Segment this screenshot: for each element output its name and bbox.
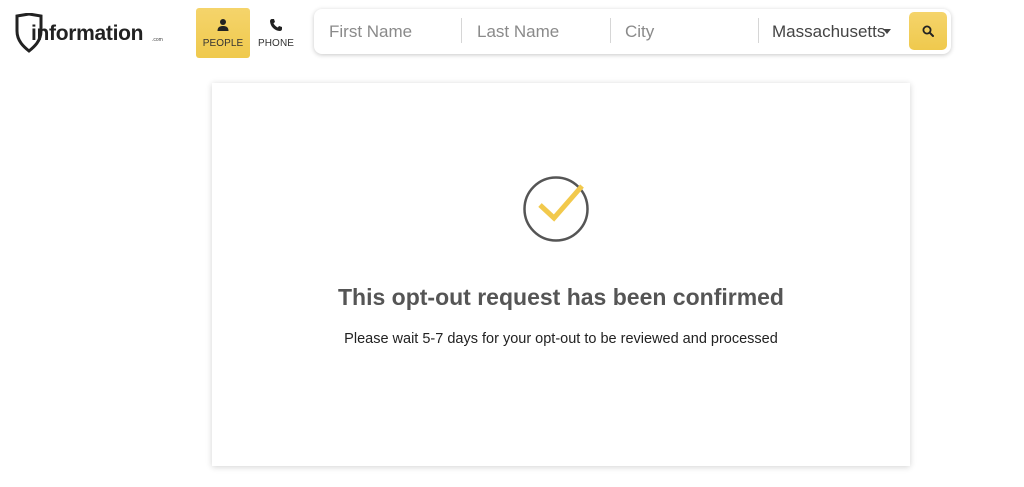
- check-circle-icon: [523, 176, 589, 242]
- search-button[interactable]: [909, 12, 947, 50]
- phone-label: PHONE: [257, 37, 295, 49]
- first-name-input[interactable]: First Name: [329, 9, 459, 54]
- people-search-tab[interactable]: PEOPLE: [196, 8, 250, 58]
- city-input[interactable]: City: [625, 9, 755, 54]
- search-bar: First Name Last Name City Massachusetts: [314, 9, 951, 54]
- confirmation-card: This opt-out request has been confirmed …: [212, 83, 910, 466]
- field-divider: [610, 18, 611, 43]
- logo-tld: .com: [152, 37, 163, 43]
- logo-text: information: [31, 22, 144, 45]
- confirmation-title: This opt-out request has been confirmed: [338, 284, 784, 310]
- search-icon: [922, 25, 934, 37]
- last-name-input[interactable]: Last Name: [477, 9, 607, 54]
- phone-icon: [270, 18, 282, 31]
- people-label: PEOPLE: [202, 37, 244, 49]
- confirmation-message: Please wait 5-7 days for your opt-out to…: [344, 331, 778, 347]
- field-divider: [461, 18, 462, 43]
- person-icon: [217, 18, 229, 31]
- field-divider: [758, 18, 759, 43]
- site-logo[interactable]: information .com: [14, 13, 164, 53]
- state-select-value: Massachusetts: [772, 21, 886, 41]
- state-select[interactable]: Massachusetts: [772, 9, 891, 54]
- chevron-down-icon: [883, 29, 891, 34]
- phone-search-tab[interactable]: PHONE: [249, 8, 303, 58]
